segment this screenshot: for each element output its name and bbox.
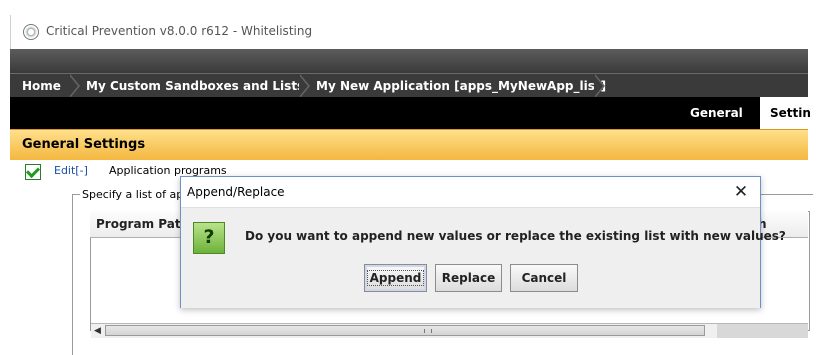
dialog-body: ? Do you want to append new values or re… [181, 207, 786, 308]
app-icon [23, 24, 39, 40]
breadcrumb-custom-sandboxes[interactable]: My Custom Sandboxes and Lists [86, 74, 304, 98]
append-button[interactable]: Append [364, 264, 427, 292]
edit-link[interactable]: Edit[-] [54, 164, 88, 177]
enabled-checkbox[interactable] [25, 164, 41, 180]
tab-bar: General Settin [10, 97, 820, 129]
window-title-bar: Critical Prevention v8.0.0 r612 - Whitel… [10, 15, 809, 49]
cancel-button[interactable]: Cancel [510, 264, 578, 292]
column-program-path[interactable]: Program Path [96, 211, 189, 237]
question-icon: ? [193, 222, 225, 254]
group-legend: Specify a list of ap [80, 188, 186, 201]
replace-button[interactable]: Replace [435, 264, 502, 292]
header-strip [10, 49, 808, 73]
scrollbar-thumb[interactable] [105, 325, 705, 336]
section-title: General Settings [22, 137, 146, 152]
tab-settings[interactable]: Settin [760, 97, 820, 129]
scroll-corner [717, 323, 808, 338]
window-title: Critical Prevention v8.0.0 r612 - Whitel… [46, 24, 313, 38]
append-replace-dialog: Append/Replace ✕ ? Do you want to append… [180, 176, 786, 308]
tab-general[interactable]: General [690, 97, 743, 129]
breadcrumb-separator [69, 74, 82, 98]
breadcrumb-separator [299, 74, 312, 98]
dialog-title-bar: Append/Replace ✕ [181, 177, 760, 207]
section-header: General Settings [10, 129, 808, 161]
breadcrumb-current-application[interactable]: My New Application [apps_MyNewApp_list] [316, 74, 606, 98]
breadcrumb: Home My Custom Sandboxes and Lists My Ne… [10, 73, 808, 99]
grip-icon [424, 329, 432, 333]
breadcrumb-separator [594, 74, 607, 98]
breadcrumb-home[interactable]: Home [22, 74, 61, 98]
dialog-title: Append/Replace [187, 185, 285, 199]
close-icon[interactable]: ✕ [730, 181, 752, 203]
append-button-label: Append [366, 270, 425, 286]
dialog-message: Do you want to append new values or repl… [245, 229, 786, 243]
horizontal-scrollbar[interactable]: ◀ [91, 323, 718, 338]
scroll-left-icon[interactable]: ◀ [94, 326, 101, 336]
